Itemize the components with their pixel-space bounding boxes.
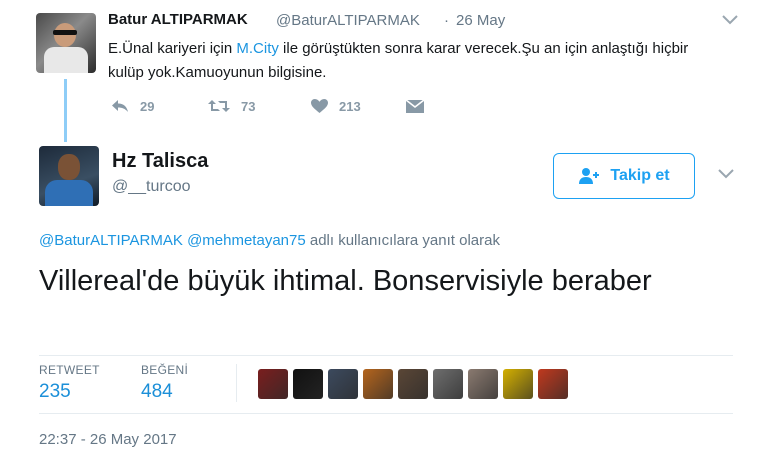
avatar-glasses-shape xyxy=(53,30,77,35)
retweet-icon xyxy=(208,100,230,112)
stats-separator xyxy=(236,364,237,402)
like-count: 213 xyxy=(339,98,361,114)
reply-handle-link[interactable]: @BaturALTIPARMAK xyxy=(39,232,183,249)
chevron-down-icon xyxy=(718,169,734,179)
liker-avatar[interactable] xyxy=(363,369,393,399)
liker-avatars xyxy=(258,369,568,399)
liker-avatar[interactable] xyxy=(433,369,463,399)
parent-tweet-text-part: E.Ünal kariyeri için xyxy=(108,40,237,57)
main-tweet-menu-button[interactable] xyxy=(718,166,734,184)
avatar-shirt-shape xyxy=(44,47,88,73)
thread-connector-line xyxy=(64,79,67,142)
avatar-face-shape xyxy=(58,154,80,180)
parent-author-avatar[interactable] xyxy=(36,13,96,73)
mcity-link[interactable]: M.City xyxy=(236,40,279,57)
main-author-name[interactable]: Hz Talisca xyxy=(112,150,208,173)
liker-avatar[interactable] xyxy=(503,369,533,399)
retweets-label[interactable]: RETWEET xyxy=(39,363,100,377)
reply-handle-link[interactable]: @mehmetayan75 xyxy=(187,232,306,249)
retweet-count: 73 xyxy=(241,98,256,114)
follow-button[interactable]: Takip et xyxy=(553,153,695,199)
parent-tweet-menu-button[interactable] xyxy=(722,12,738,30)
reply-button[interactable]: 29 xyxy=(110,98,154,114)
parent-tweet-text: E.Ünal kariyeri için M.City ile görüştük… xyxy=(108,37,708,85)
parent-author-handle[interactable]: @BaturALTIPARMAK xyxy=(276,12,420,29)
replying-to-suffix: adlı kullanıcılara yanıt olarak xyxy=(309,232,500,249)
replying-to-line: @BaturALTIPARMAK @mehmetayan75 adlı kull… xyxy=(39,232,500,249)
liker-avatar[interactable] xyxy=(293,369,323,399)
avatar-shirt-shape xyxy=(45,180,93,206)
main-author-handle[interactable]: @__turcoo xyxy=(112,178,191,196)
reply-icon xyxy=(112,100,128,112)
retweet-button[interactable]: 73 xyxy=(207,98,255,114)
handle-date-separator: · xyxy=(444,12,449,29)
stats-top-divider xyxy=(39,355,733,356)
add-user-icon xyxy=(579,168,600,184)
direct-message-button[interactable] xyxy=(405,99,435,114)
liker-avatar[interactable] xyxy=(538,369,568,399)
liker-avatar[interactable] xyxy=(328,369,358,399)
parent-tweet-date[interactable]: 26 May xyxy=(456,12,505,29)
liker-avatar[interactable] xyxy=(398,369,428,399)
direct-message-icon xyxy=(405,99,425,113)
main-author-avatar[interactable] xyxy=(39,146,99,206)
like-button[interactable]: 213 xyxy=(310,98,361,114)
heart-icon xyxy=(311,99,328,113)
liker-avatar[interactable] xyxy=(468,369,498,399)
main-tweet-text: Villereal'de büyük ihtimal. Bonservisiyl… xyxy=(39,265,652,297)
liker-avatar[interactable] xyxy=(258,369,288,399)
tweet-timestamp[interactable]: 22:37 - 26 May 2017 xyxy=(39,431,177,448)
stats-bottom-divider xyxy=(39,413,733,414)
reply-count: 29 xyxy=(140,98,155,114)
chevron-down-icon xyxy=(722,15,738,25)
parent-author-name[interactable]: Batur ALTIPARMAK xyxy=(108,11,248,28)
likes-value[interactable]: 484 xyxy=(141,381,173,403)
follow-button-label: Takip et xyxy=(610,167,670,184)
avatar-face-shape xyxy=(54,23,76,47)
likes-label[interactable]: BEĞENİ xyxy=(141,363,188,377)
retweets-value[interactable]: 235 xyxy=(39,381,71,403)
